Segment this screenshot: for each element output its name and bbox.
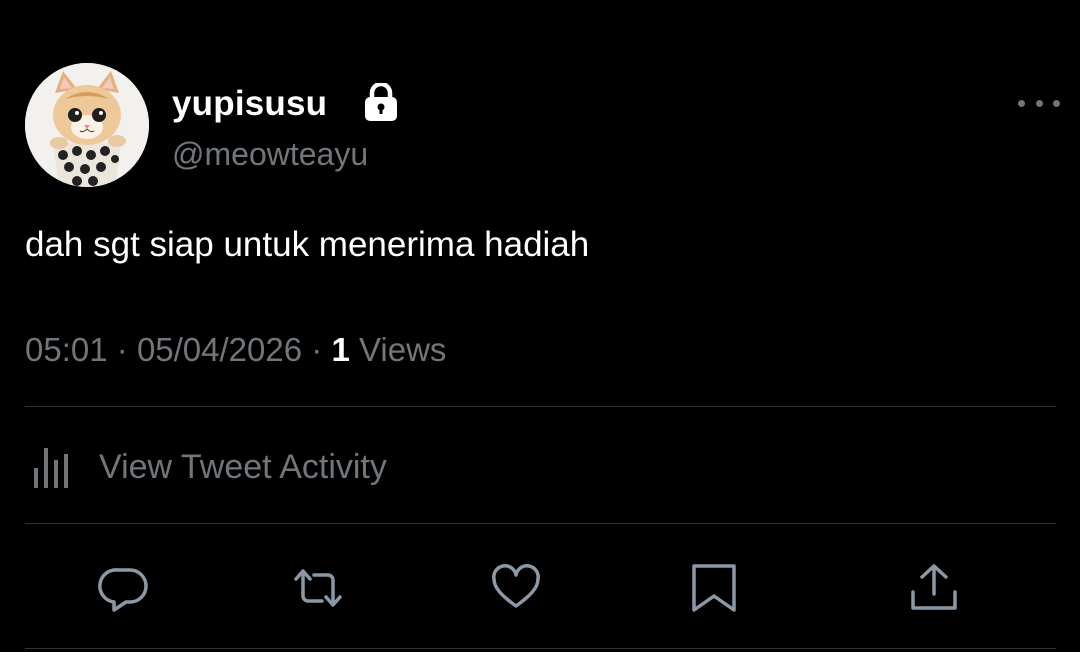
reply-icon — [98, 568, 148, 612]
more-horizontal-icon — [1018, 99, 1025, 107]
share-button[interactable] — [908, 562, 960, 614]
view-tweet-activity-button[interactable]: View Tweet Activity — [25, 444, 387, 490]
meta-separator: · — [311, 331, 323, 368]
retweet-icon — [294, 569, 342, 607]
heart-icon — [492, 564, 540, 608]
divider — [25, 523, 1056, 524]
lock-icon — [363, 81, 399, 121]
cat-avatar-image — [25, 63, 149, 187]
bookmark-icon — [692, 564, 736, 612]
more-options-button[interactable] — [1018, 88, 1060, 118]
bar-chart-icon — [34, 448, 68, 488]
tweet-meta: 05:01 · 05/04/2026 · 1 Views — [25, 328, 446, 372]
activity-label: View Tweet Activity — [99, 448, 387, 486]
view-count: 1 — [331, 331, 350, 368]
meta-separator: · — [116, 331, 128, 368]
display-name[interactable]: yupisusu — [172, 82, 327, 126]
tweet-date[interactable]: 05/04/2026 — [137, 331, 302, 368]
username-handle[interactable]: @meowteayu — [172, 134, 368, 174]
retweet-button[interactable] — [292, 562, 344, 614]
like-button[interactable] — [490, 562, 542, 614]
bookmark-button[interactable] — [688, 562, 740, 614]
share-icon — [911, 564, 957, 610]
avatar[interactable] — [25, 63, 149, 187]
divider — [25, 406, 1056, 407]
bottom-divider — [25, 648, 1056, 649]
more-dot — [1035, 99, 1043, 107]
view-label: Views — [358, 331, 447, 368]
tweet-time[interactable]: 05:01 — [25, 331, 108, 368]
reply-button[interactable] — [98, 562, 150, 614]
tweet-text: dah sgt siap untuk menerima hadiah — [25, 225, 590, 264]
more-dot — [1053, 99, 1060, 107]
